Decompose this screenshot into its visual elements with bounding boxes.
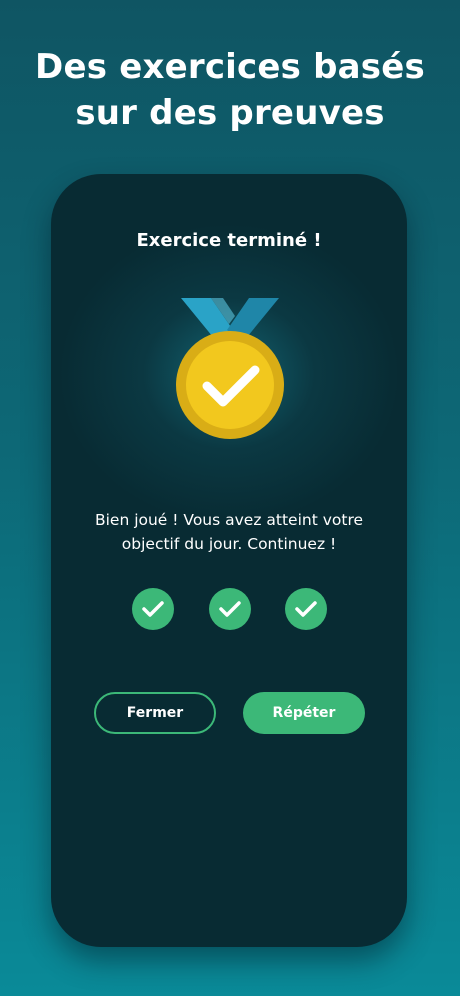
congrats-message-line-2: objectif du jour. Continuez ! (121, 535, 337, 553)
headline: Des exercices basés sur des preuves (0, 44, 460, 136)
headline-line-2: sur des preuves (75, 93, 385, 133)
phone-mockup: Exercice terminé ! Bien joué ! Vous avez… (51, 174, 407, 947)
headline-line-1: Des exercices basés (35, 47, 425, 87)
progress-checks (51, 588, 407, 630)
congrats-message-line-1: Bien joué ! Vous avez atteint votre (94, 511, 364, 529)
medal-icon (175, 294, 285, 440)
check-circle-icon (132, 588, 174, 630)
check-circle-icon (209, 588, 251, 630)
close-button[interactable]: Fermer (94, 692, 216, 734)
check-circle-icon (285, 588, 327, 630)
screen-title: Exercice terminé ! (136, 230, 322, 251)
congrats-message: Bien joué ! Vous avez atteint votre obje… (71, 508, 387, 556)
repeat-button[interactable]: Répéter (243, 692, 365, 734)
